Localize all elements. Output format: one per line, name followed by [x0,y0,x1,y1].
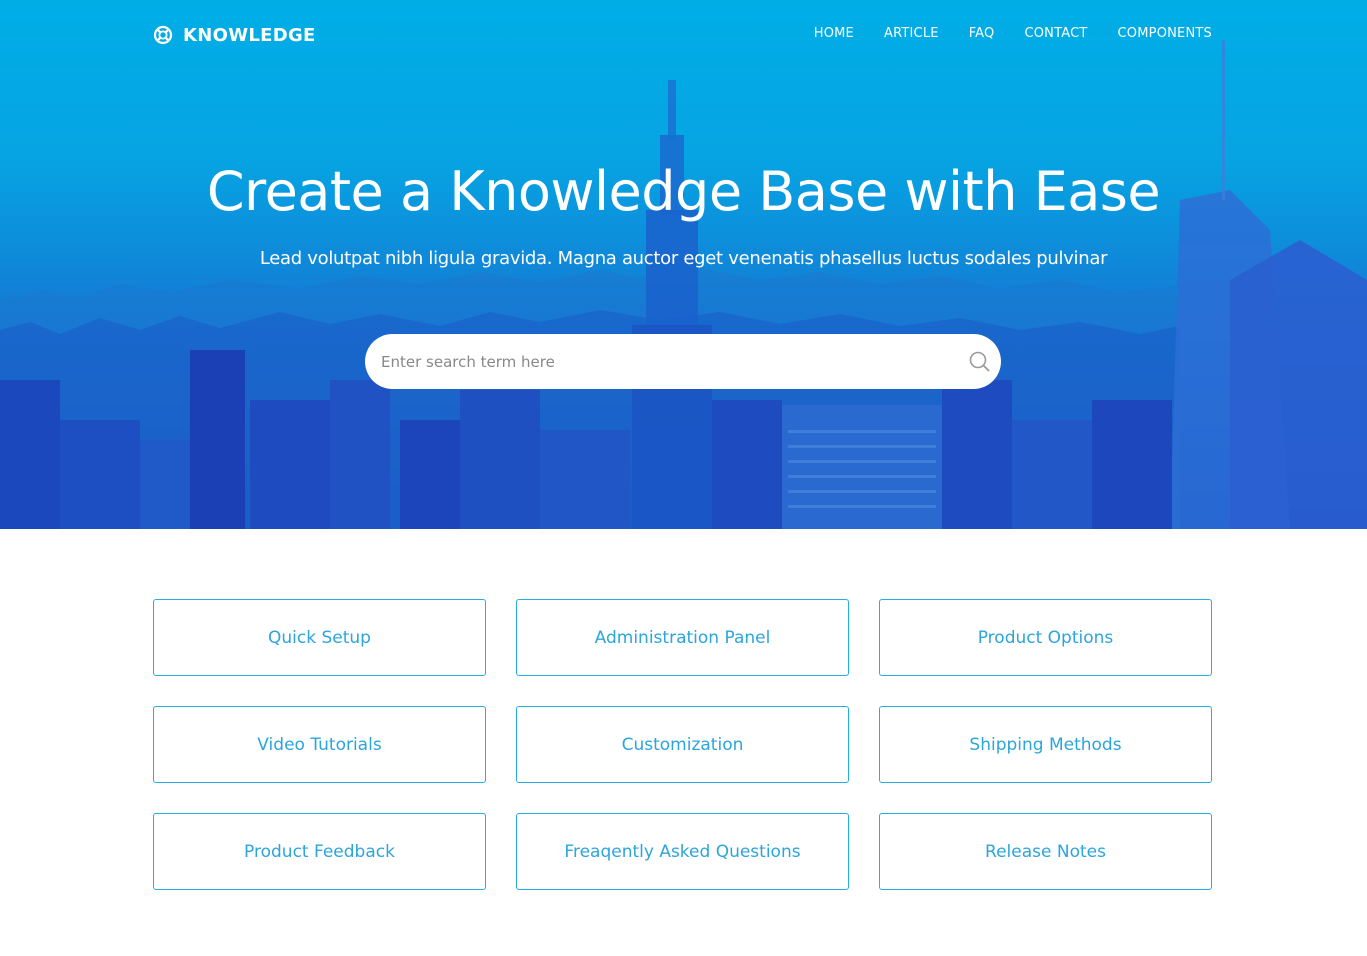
brand-name: KNOWLEDGE [183,24,316,46]
main-nav: HOME ARTICLE FAQ CONTACT COMPONENTS [784,26,1212,41]
hero-banner: KNOWLEDGE HOME ARTICLE FAQ CONTACT COMPO… [0,0,1367,529]
category-card-quick-setup[interactable]: Quick Setup [153,599,486,676]
search-icon[interactable] [967,349,993,375]
nav-item-home[interactable]: HOME [814,26,854,41]
category-card-video-tutorials[interactable]: Video Tutorials [153,706,486,783]
category-card-administration-panel[interactable]: Administration Panel [516,599,849,676]
category-card-customization[interactable]: Customization [516,706,849,783]
brand-logo-link[interactable]: KNOWLEDGE [153,23,316,47]
lifebuoy-icon [153,25,173,45]
top-navbar: KNOWLEDGE HOME ARTICLE FAQ CONTACT COMPO… [153,20,1212,50]
category-card-shipping-methods[interactable]: Shipping Methods [879,706,1212,783]
search-input[interactable] [381,343,951,380]
category-card-release-notes[interactable]: Release Notes [879,813,1212,890]
nav-item-contact[interactable]: CONTACT [1024,26,1087,41]
nav-item-components[interactable]: COMPONENTS [1118,26,1212,41]
category-card-product-options[interactable]: Product Options [879,599,1212,676]
category-card-faq[interactable]: Freaqently Asked Questions [516,813,849,890]
search-bar [365,334,1001,389]
category-card-product-feedback[interactable]: Product Feedback [153,813,486,890]
hero-subtitle: Lead volutpat nibh ligula gravida. Magna… [259,248,1108,269]
nav-item-faq[interactable]: FAQ [969,26,995,41]
hero-title: Create a Knowledge Base with Ease [206,160,1161,223]
nav-item-article[interactable]: ARTICLE [884,26,939,41]
